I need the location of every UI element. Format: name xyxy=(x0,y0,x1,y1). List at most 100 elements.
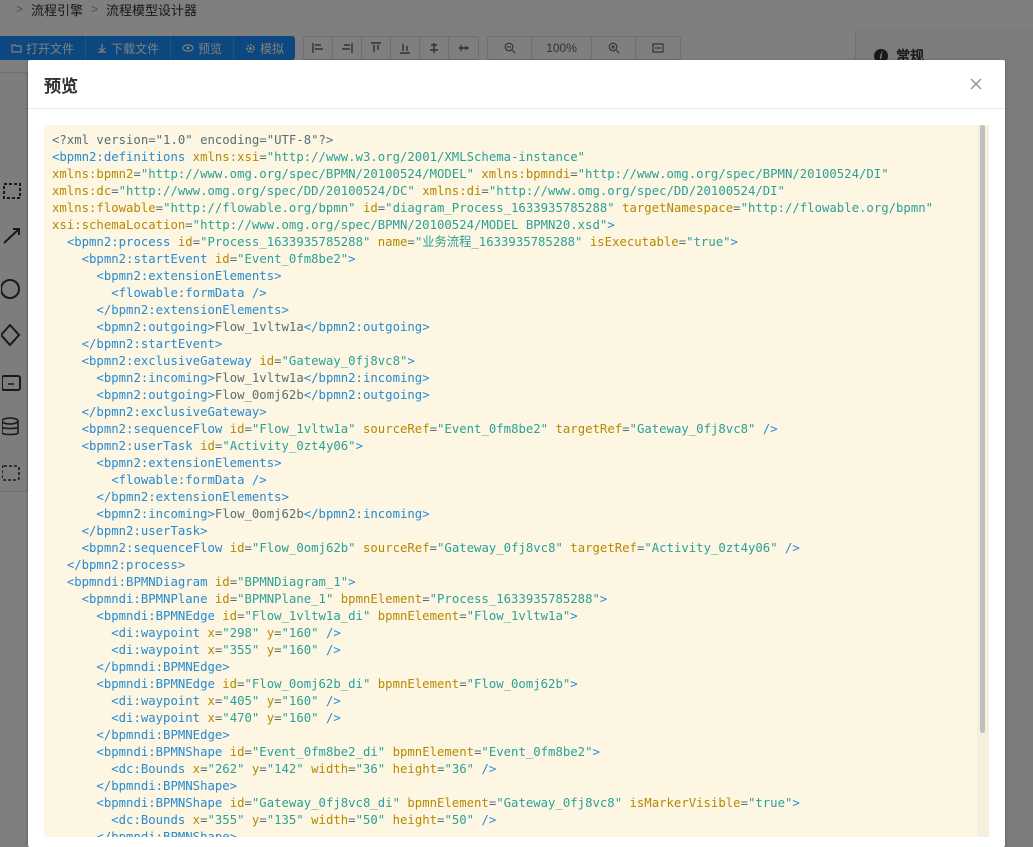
code-token: </bpmn2:exclusiveGateway> xyxy=(81,405,267,419)
code-token: </bpmn2:incoming> xyxy=(303,371,430,385)
code-token: isMarkerVisible xyxy=(629,796,741,810)
code-token: <bpmn2:incoming> xyxy=(96,507,215,521)
code-token: = xyxy=(237,609,245,623)
code-line: </bpmn2:exclusiveGateway> xyxy=(52,404,933,421)
code-token: = xyxy=(185,218,193,232)
code-token: x xyxy=(192,813,201,827)
code-token: /> xyxy=(474,762,497,776)
code-token: = xyxy=(459,609,467,623)
code-token: <bpmn2:process xyxy=(66,235,178,249)
code-token: "Gateway_0fj8vc8" xyxy=(496,796,630,810)
code-token: <bpmn2:incoming> xyxy=(96,371,215,385)
code-token: width xyxy=(311,762,349,776)
code-token: = xyxy=(407,235,415,249)
code-token: <di:waypoint xyxy=(111,626,208,640)
code-token: x xyxy=(207,694,215,708)
code-line: <bpmndi:BPMNPlane id="BPMNPlane_1" bpmnE… xyxy=(52,591,933,608)
code-token: x xyxy=(192,762,201,776)
code-line: <flowable:formData /> xyxy=(52,472,933,489)
scrollbar-thumb[interactable] xyxy=(980,125,985,733)
code-token: "http://flowable.org/bpmn" xyxy=(163,201,363,215)
code-token: "http://www.omg.org/spec/BPMN/20100524/D… xyxy=(577,167,889,181)
code-line: xsi:schemaLocation="http://www.omg.org/s… xyxy=(52,217,933,234)
code-token: targetNamespace xyxy=(622,201,734,215)
code-token: height xyxy=(392,813,438,827)
code-token: Flow_1vltw1a xyxy=(214,371,304,385)
code-token: <di:waypoint xyxy=(111,694,208,708)
code-line: <bpmn2:definitions xmlns:xsi="http://www… xyxy=(52,149,933,166)
code-token: = xyxy=(229,252,238,266)
code-token: = xyxy=(678,235,687,249)
code-token: = xyxy=(274,711,282,725)
code-token: "业务流程_1633935785288" xyxy=(414,235,590,249)
code-token: "true" xyxy=(747,796,793,810)
code-token: "BPMNPlane_1" xyxy=(237,592,341,606)
code-token: = xyxy=(237,677,245,691)
code-token: "Event_0fm8be2" xyxy=(481,745,593,759)
code-token: <bpmndi:BPMNEdge xyxy=(96,677,223,691)
code-token: xmlns:flowable xyxy=(52,201,156,215)
code-line: <dc:Bounds x="262" y="142" width="36" he… xyxy=(52,761,933,778)
code-token: </bpmn2:startEvent> xyxy=(81,337,223,351)
code-token: <bpmn2:extensionElements> xyxy=(96,456,282,470)
code-token: </bpmn2:incoming> xyxy=(303,507,430,521)
code-token: <?xml version="1.0" encoding="UTF-8"?> xyxy=(52,133,334,147)
code-token: "36" xyxy=(444,762,475,776)
code-token: <bpmn2:extensionElements> xyxy=(96,269,282,283)
code-token: bpmnElement xyxy=(377,677,460,691)
code-token: "true" xyxy=(686,235,731,249)
code-token: > xyxy=(348,575,356,589)
code-token: "Gateway_0fj8vc8" xyxy=(281,354,408,368)
xml-code-viewer[interactable]: <?xml version="1.0" encoding="UTF-8"?> <b… xyxy=(44,125,989,837)
code-token: = xyxy=(244,541,252,555)
code-token: "Gateway_0fj8vc8" xyxy=(629,422,756,436)
dialog-title: 预览 xyxy=(44,76,78,96)
code-token: "http://www.omg.org/spec/DD/20100524/DI" xyxy=(488,184,785,198)
code-token: <bpmn2:outgoing> xyxy=(96,388,215,402)
code-token: "Activity_0zt4y06" xyxy=(222,439,356,453)
code-token: = xyxy=(259,150,267,164)
code-token: sourceRef xyxy=(362,541,430,555)
code-token: id xyxy=(222,609,238,623)
code-token: "160" xyxy=(281,626,319,640)
dialog-header: 预览 xyxy=(28,60,1005,109)
code-token: > xyxy=(407,354,415,368)
code-token: "http://www.omg.org/spec/BPMN/20100524/M… xyxy=(140,167,482,181)
code-token: Flow_0omj62b xyxy=(214,507,304,521)
code-token: > xyxy=(730,235,738,249)
code-token: /> xyxy=(755,422,778,436)
code-token: id xyxy=(200,439,215,453)
code-token: > xyxy=(792,796,800,810)
code-token: xmlns:xsi xyxy=(192,150,260,164)
code-token: /> xyxy=(777,541,800,555)
code-token: > xyxy=(599,592,608,606)
code-token: = xyxy=(229,575,238,589)
close-button[interactable] xyxy=(967,75,985,93)
code-token: bpmnElement xyxy=(377,609,460,623)
code-line: <bpmn2:sequenceFlow id="Flow_1vltw1a" so… xyxy=(52,421,933,438)
code-token: = xyxy=(740,796,748,810)
code-token: "160" xyxy=(281,643,319,657)
code-token: = xyxy=(244,422,252,436)
code-token: id xyxy=(214,592,230,606)
code-token: name xyxy=(377,235,408,249)
code-token: = xyxy=(274,354,282,368)
code-token: = xyxy=(570,167,578,181)
code-token: </bpmndi:BPMNShape> xyxy=(96,830,238,837)
code-token: "http://www.omg.org/spec/DD/20100524/DC" xyxy=(118,184,423,198)
code-token: id xyxy=(222,677,238,691)
code-line: </bpmndi:BPMNShape> xyxy=(52,778,933,795)
code-line: </bpmn2:process> xyxy=(52,557,933,574)
code-token: "298" xyxy=(222,626,267,640)
code-token: </bpmndi:BPMNShape> xyxy=(96,779,238,793)
code-token: y xyxy=(266,626,275,640)
